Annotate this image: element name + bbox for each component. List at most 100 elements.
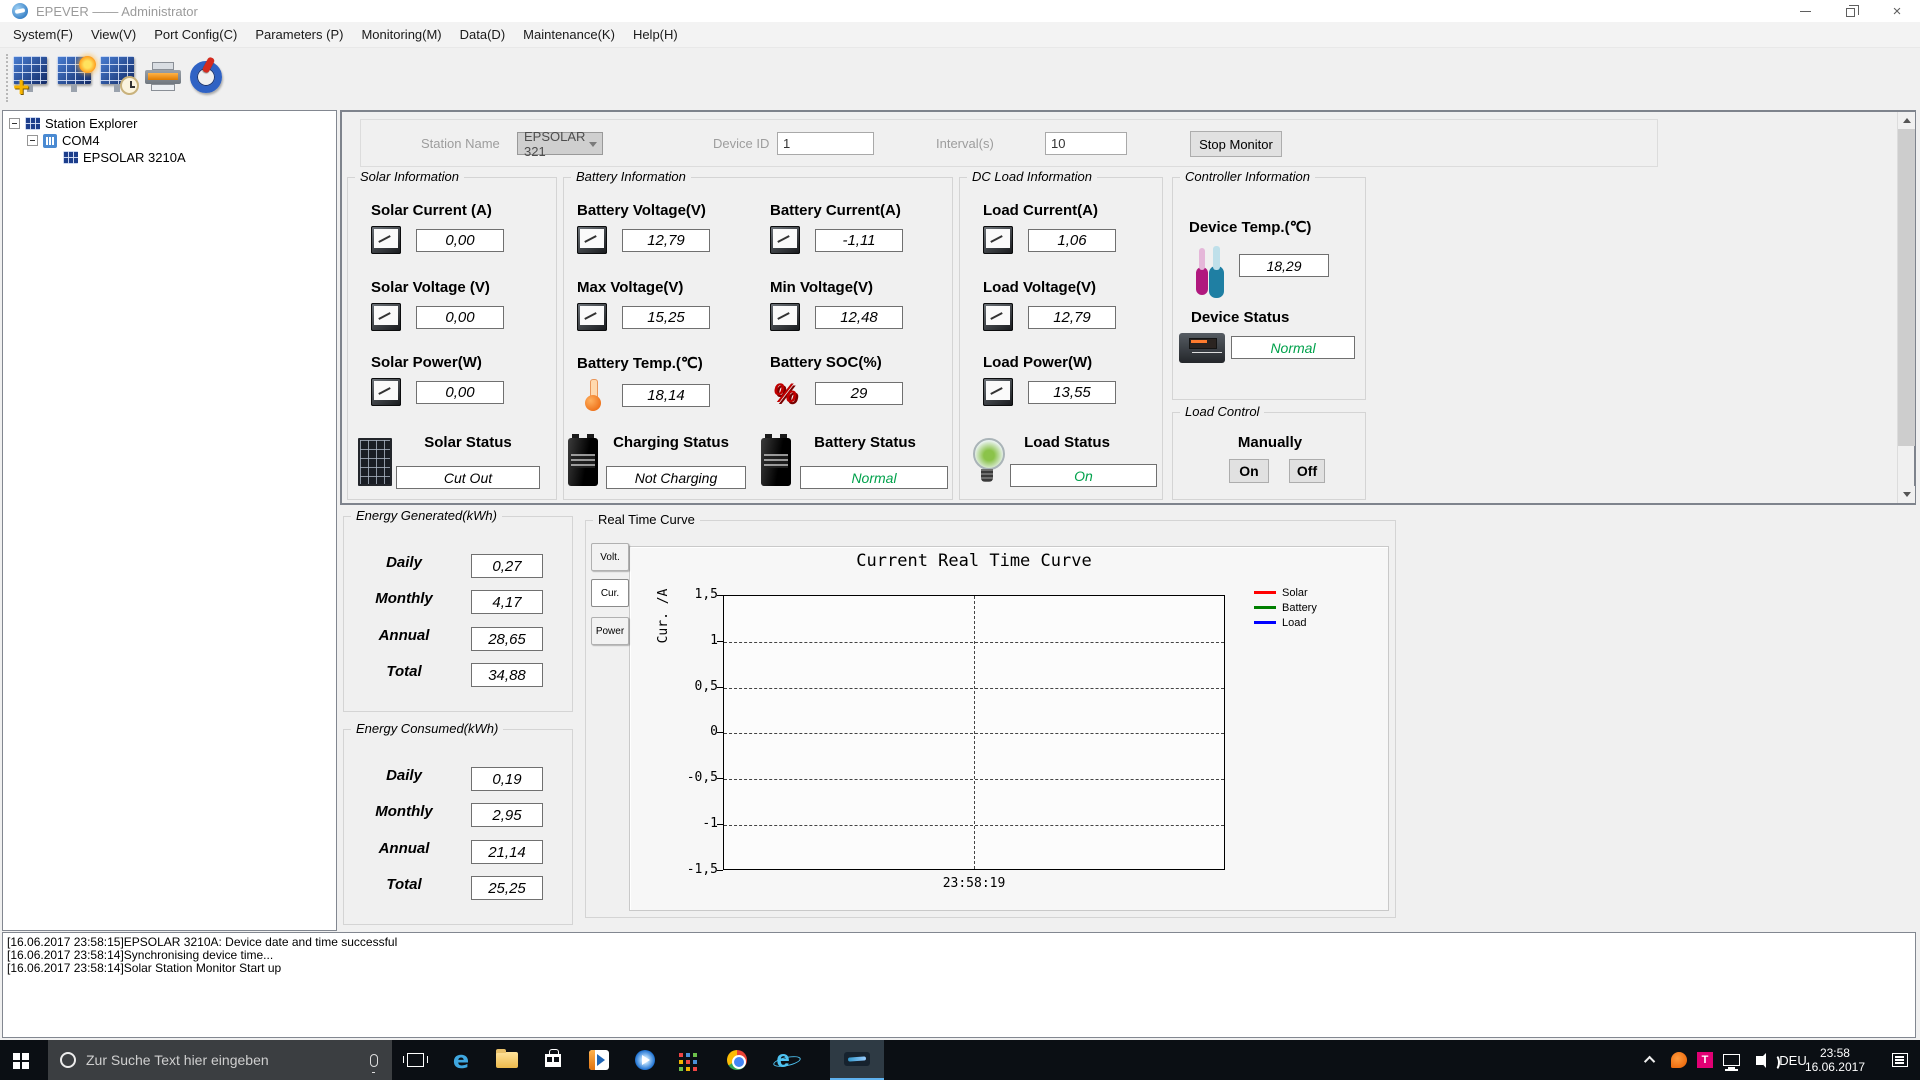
- gauge-icon: [770, 226, 800, 254]
- dc-load-information-group: DC Load Information Load Current(A) 1,06…: [959, 169, 1163, 500]
- action-center-icon: [1892, 1053, 1908, 1067]
- monthly-label: Monthly: [375, 590, 433, 607]
- charging-status-label: Charging Status: [613, 434, 729, 451]
- gauge-icon: [983, 226, 1013, 254]
- taskbar-app-store[interactable]: [530, 1040, 576, 1080]
- taskbar-app-grid[interactable]: [668, 1040, 714, 1080]
- taskbar-app-dvd-player[interactable]: [622, 1040, 668, 1080]
- stop-monitor-button[interactable]: Stop Monitor: [1190, 131, 1282, 157]
- collapse-icon[interactable]: [27, 135, 38, 146]
- tree-node-com4[interactable]: COM4: [27, 132, 100, 149]
- battery-series-swatch: [1254, 606, 1276, 609]
- tab-volt[interactable]: Volt.: [591, 543, 629, 571]
- gauge-icon: [983, 378, 1013, 406]
- add-station-button[interactable]: +: [13, 56, 55, 102]
- real-time-curve-group: Real Time Curve Volt. Cur. Power Current…: [585, 512, 1396, 918]
- dashboard-scrollbar[interactable]: [1897, 112, 1915, 503]
- station-name-select[interactable]: EPSOLAR 321: [517, 129, 603, 159]
- battery-current-label: Battery Current(A): [770, 202, 901, 219]
- action-center-button[interactable]: [1880, 1040, 1920, 1080]
- title-bar: EPEVER —— Administrator ×: [0, 0, 1920, 22]
- tray-date: 16.06.2017: [1804, 1060, 1865, 1074]
- exit-button[interactable]: [186, 56, 228, 102]
- load-voltage-value: 12,79: [1028, 305, 1116, 329]
- scroll-down-icon[interactable]: [1898, 486, 1915, 503]
- tray-avast[interactable]: [1666, 1040, 1692, 1080]
- daily-generated-value: 0,27: [471, 554, 543, 578]
- menu-maintenance[interactable]: Maintenance(K): [514, 23, 624, 46]
- tray-expand-button[interactable]: [1638, 1040, 1664, 1080]
- daily-label: Daily: [386, 767, 422, 784]
- close-icon: ×: [1892, 2, 1902, 20]
- legend-item-battery: Battery: [1254, 602, 1317, 614]
- menu-help[interactable]: Help(H): [624, 23, 687, 46]
- taskbar-app-file-explorer[interactable]: [484, 1040, 530, 1080]
- scroll-up-icon[interactable]: [1898, 112, 1915, 129]
- station-settings-button[interactable]: [57, 56, 99, 102]
- print-button[interactable]: [143, 56, 185, 102]
- log-line: [16.06.2017 23:58:14]Synchronising devic…: [7, 948, 274, 962]
- daily-consumed-value: 0,19: [471, 767, 543, 791]
- menu-parameters[interactable]: Parameters (P): [246, 23, 352, 46]
- taskbar-app-chrome[interactable]: [714, 1040, 760, 1080]
- plus-icon: +: [13, 71, 30, 102]
- annual-label: Annual: [378, 627, 430, 644]
- battery-soc-value: 29: [815, 381, 903, 405]
- log-line: [16.06.2017 23:58:14]Solar Station Monit…: [7, 961, 282, 975]
- controller-information-group: Controller Information Device Temp.(℃) 1…: [1172, 169, 1366, 400]
- menu-data[interactable]: Data(D): [451, 23, 515, 46]
- station-time-button[interactable]: [100, 56, 142, 102]
- taskbar-app-media-player[interactable]: [576, 1040, 622, 1080]
- window-title: EPEVER —— Administrator: [36, 4, 198, 19]
- menu-system[interactable]: System(F): [4, 23, 82, 46]
- tray-clock[interactable]: 23:58 16.06.2017: [1805, 1040, 1865, 1080]
- tab-power[interactable]: Power: [591, 617, 629, 645]
- annual-consumed-value: 21,14: [471, 840, 543, 864]
- language-indicator: DEU: [1779, 1052, 1807, 1068]
- log-panel: [16.06.2017 23:58:15]EPSOLAR 3210A: Devi…: [2, 932, 1916, 1038]
- interval-label: Interval(s): [936, 136, 994, 151]
- edge-icon: e: [452, 1046, 470, 1074]
- epever-logo-icon: [12, 3, 28, 19]
- restore-button[interactable]: [1828, 0, 1874, 22]
- taskbar-app-internet-explorer[interactable]: e: [760, 1040, 806, 1080]
- microphone-icon[interactable]: [370, 1053, 378, 1073]
- y-tick: -1: [702, 816, 718, 831]
- load-on-button[interactable]: On: [1229, 459, 1269, 483]
- start-button[interactable]: [0, 1040, 48, 1080]
- minimize-button[interactable]: [1782, 0, 1828, 22]
- epever-icon: [844, 1052, 870, 1066]
- group-title: DC Load Information: [967, 169, 1097, 184]
- solar-current-label: Solar Current (A): [371, 202, 492, 219]
- device-icon: [63, 151, 78, 164]
- file-explorer-icon: [496, 1049, 518, 1068]
- media-player-icon: [589, 1050, 609, 1070]
- close-button[interactable]: ×: [1874, 0, 1920, 22]
- taskbar-app-epever-active[interactable]: [830, 1040, 884, 1080]
- menu-monitoring[interactable]: Monitoring(M): [352, 23, 450, 46]
- menu-bar: System(F) View(V) Port Config(C) Paramet…: [0, 22, 1920, 48]
- solar-series-swatch: [1254, 591, 1276, 594]
- taskbar-app-edge[interactable]: e: [438, 1040, 484, 1080]
- load-off-button[interactable]: Off: [1289, 459, 1325, 483]
- tray-volume[interactable]: [1744, 1040, 1780, 1080]
- menu-port-config[interactable]: Port Config(C): [145, 23, 246, 46]
- device-status-value: Normal: [1231, 336, 1355, 359]
- collapse-icon[interactable]: [9, 118, 20, 129]
- solar-information-group: Solar Information Solar Current (A) 0,00…: [347, 169, 557, 500]
- search-input[interactable]: [86, 1052, 356, 1068]
- tray-telekom[interactable]: T: [1692, 1040, 1718, 1080]
- battery-soc-label: Battery SOC(%): [770, 354, 882, 371]
- task-view-button[interactable]: [392, 1040, 438, 1080]
- taskbar-search[interactable]: [48, 1040, 392, 1080]
- interval-input[interactable]: [1045, 132, 1127, 155]
- menu-view[interactable]: View(V): [82, 23, 145, 46]
- tree-node-epsolar-3210a[interactable]: EPSOLAR 3210A: [63, 149, 186, 166]
- device-id-input[interactable]: [777, 132, 874, 155]
- load-current-label: Load Current(A): [983, 202, 1098, 219]
- tree-node-station-explorer[interactable]: Station Explorer: [9, 115, 138, 132]
- annual-generated-value: 28,65: [471, 627, 543, 651]
- tab-cur[interactable]: Cur.: [591, 579, 629, 607]
- scrollbar-thumb[interactable]: [1898, 129, 1915, 446]
- tray-network[interactable]: [1718, 1040, 1744, 1080]
